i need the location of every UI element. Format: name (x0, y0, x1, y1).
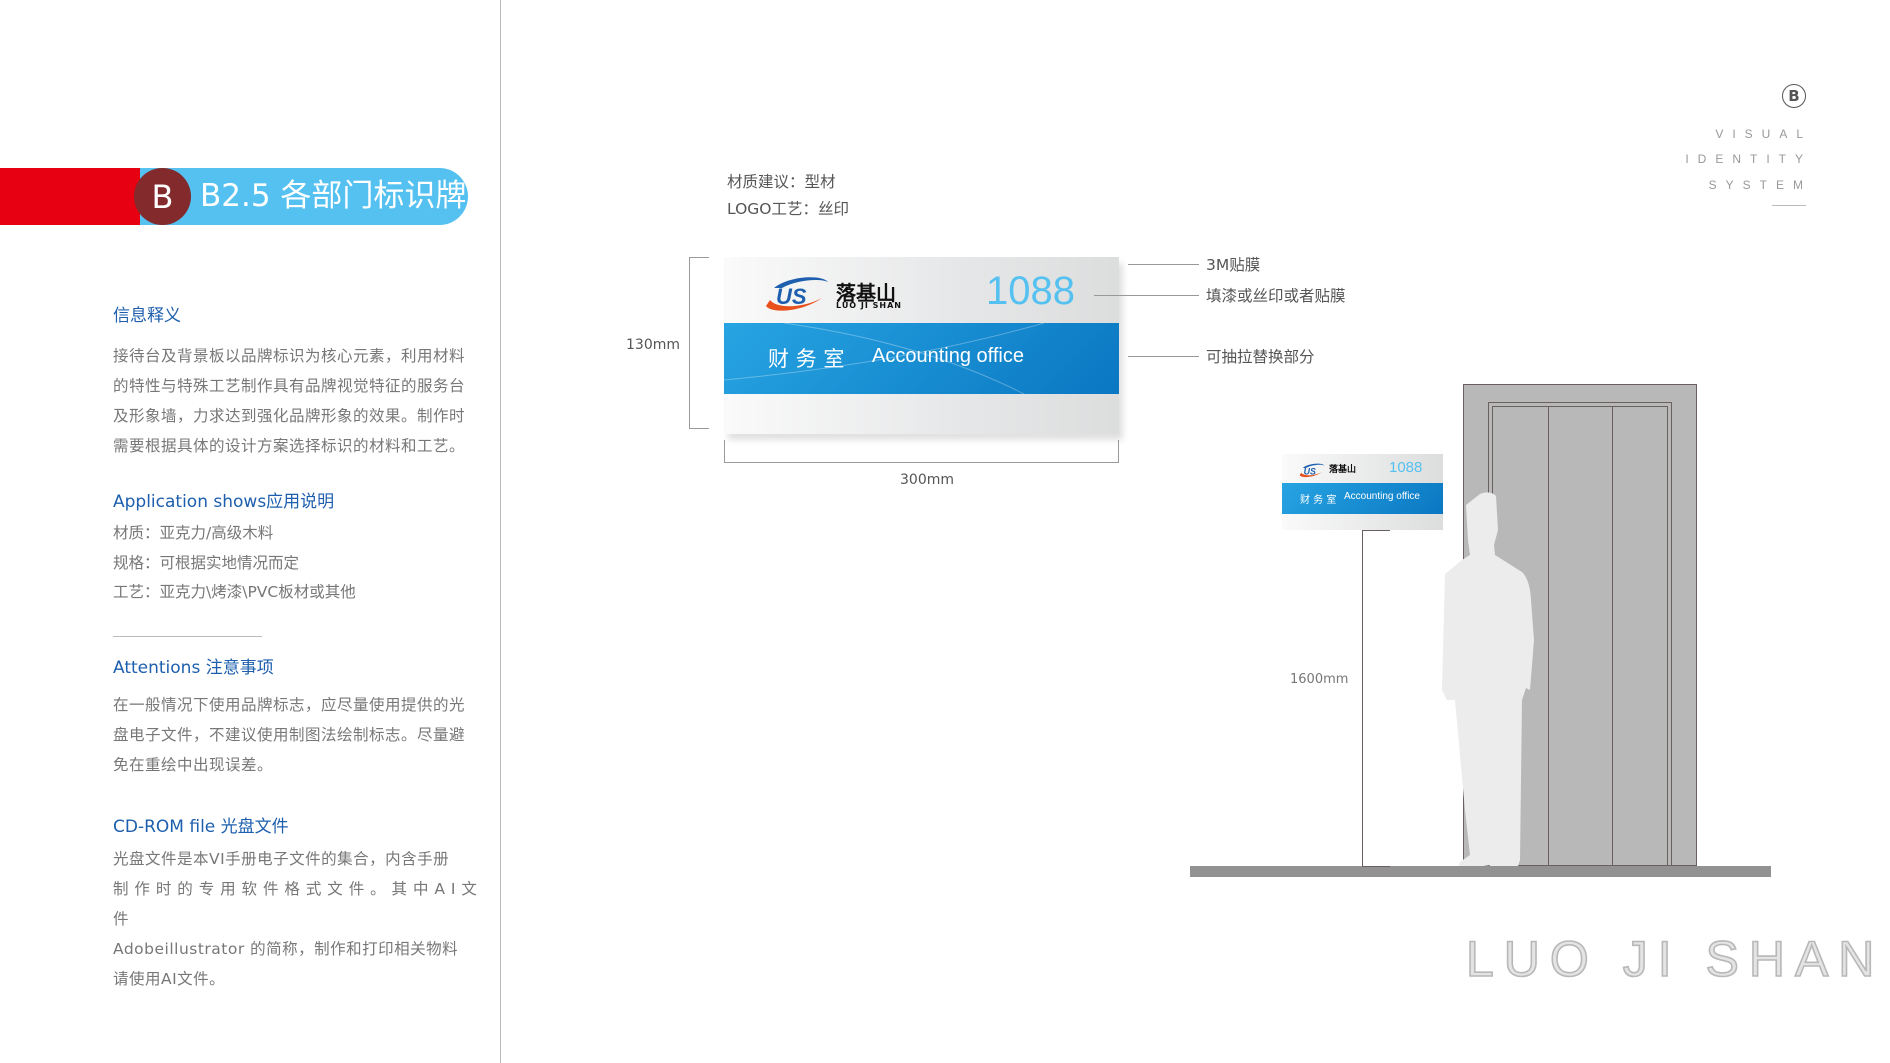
mount-height-label: 1600mm (1290, 672, 1349, 687)
room-name-en: Accounting office (1344, 491, 1420, 502)
door-sign-small: US 落基山 1088 财 务 室 Accounting office (1282, 454, 1443, 530)
logo-cn: 落基山 (1329, 465, 1357, 475)
mount-height-line (1362, 530, 1363, 866)
logo-icon: US (1299, 463, 1325, 478)
floor (1190, 866, 1771, 877)
mount-tick (1362, 866, 1390, 867)
person-silhouette (1442, 492, 1534, 877)
room-number: 1088 (1389, 459, 1423, 476)
mount-tick (1362, 530, 1390, 531)
room-name-panel: 财 务 室 Accounting office (1282, 483, 1443, 514)
svg-text:US: US (1304, 466, 1316, 476)
room-name-cn: 财 务 室 (1300, 495, 1337, 506)
brand-wordmark: LUO JI SHAN (1465, 930, 1885, 988)
